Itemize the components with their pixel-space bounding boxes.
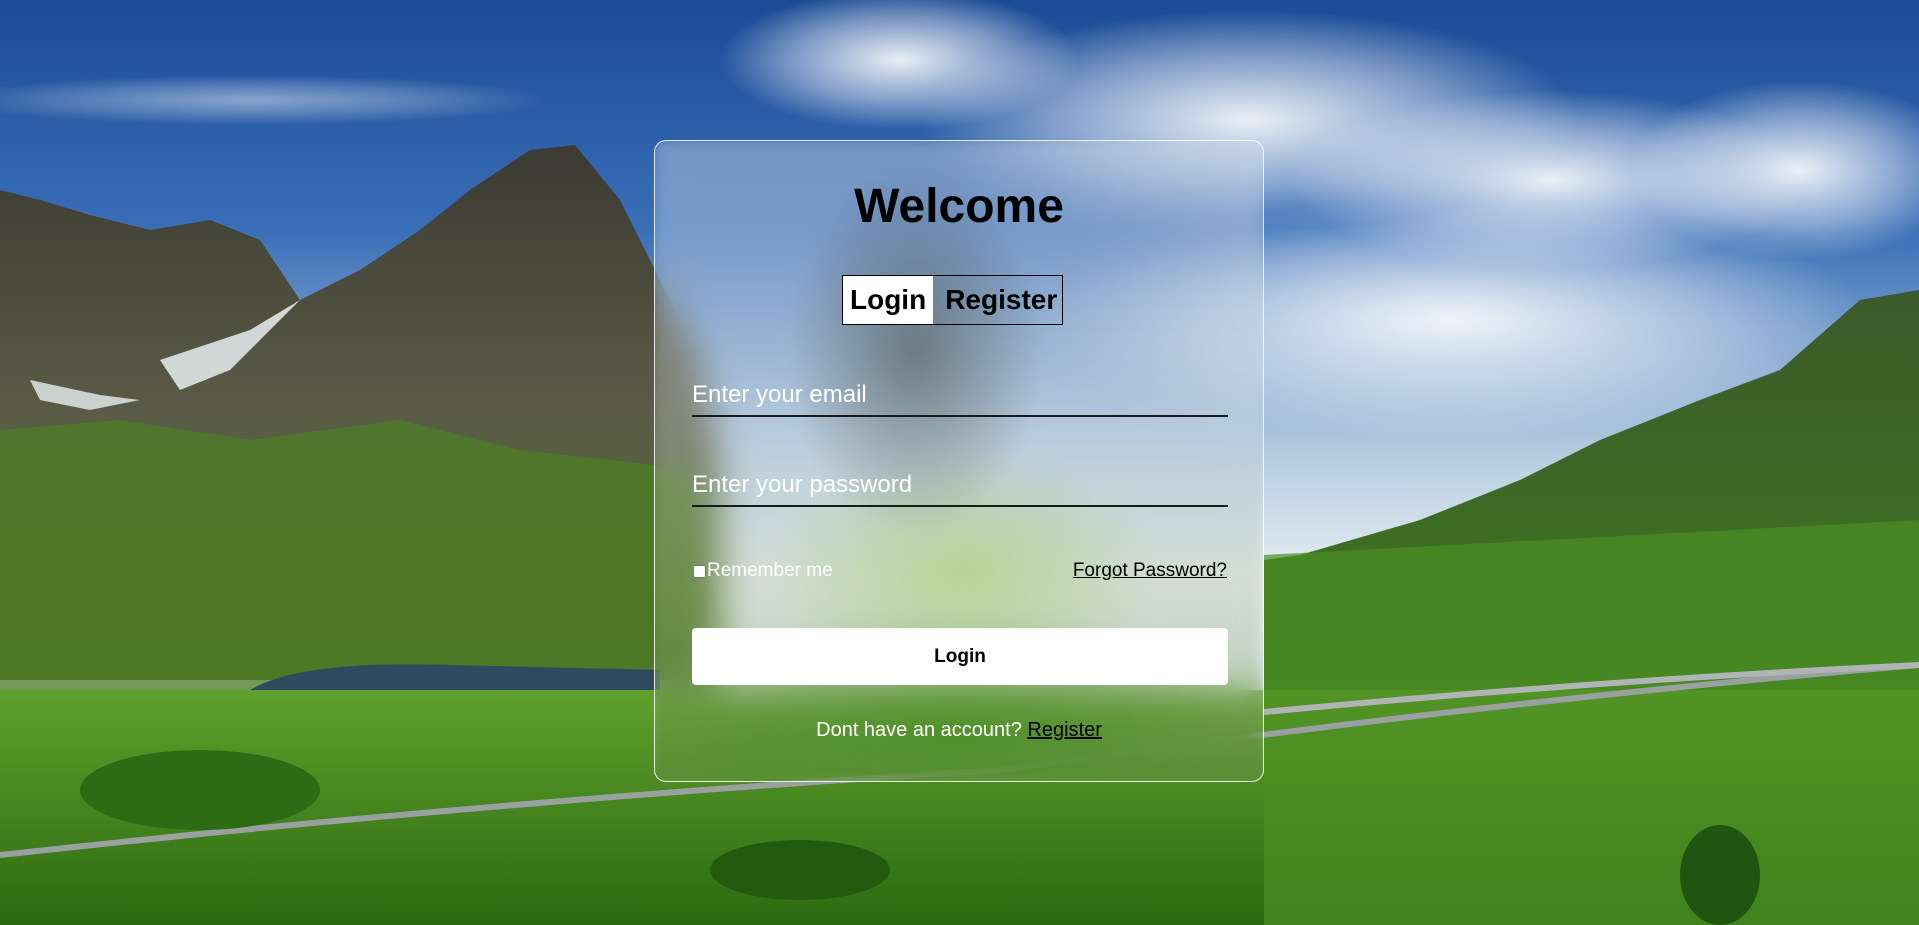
remember-me: Remember me (693, 560, 833, 582)
register-prompt-text: Dont have an account? (816, 719, 1028, 741)
tab-login[interactable]: Login (843, 276, 934, 324)
register-link[interactable]: Register (1027, 719, 1101, 741)
forgot-password-link[interactable]: Forgot Password? (1073, 560, 1227, 582)
background-scene: Welcome Login Register Remember me Forgo… (0, 0, 1919, 925)
login-button[interactable]: Login (692, 628, 1228, 685)
email-field[interactable] (692, 375, 1228, 417)
page-title: Welcome (854, 180, 1064, 233)
auth-tabs: Login Register (842, 275, 1064, 325)
remember-me-label: Remember me (707, 560, 833, 581)
tab-register[interactable]: Register (933, 276, 1062, 324)
register-prompt: Dont have an account? Register (655, 719, 1263, 742)
password-field[interactable] (692, 465, 1228, 507)
remember-me-checkbox[interactable] (693, 564, 706, 578)
login-card: Welcome Login Register Remember me Forgo… (654, 140, 1264, 782)
